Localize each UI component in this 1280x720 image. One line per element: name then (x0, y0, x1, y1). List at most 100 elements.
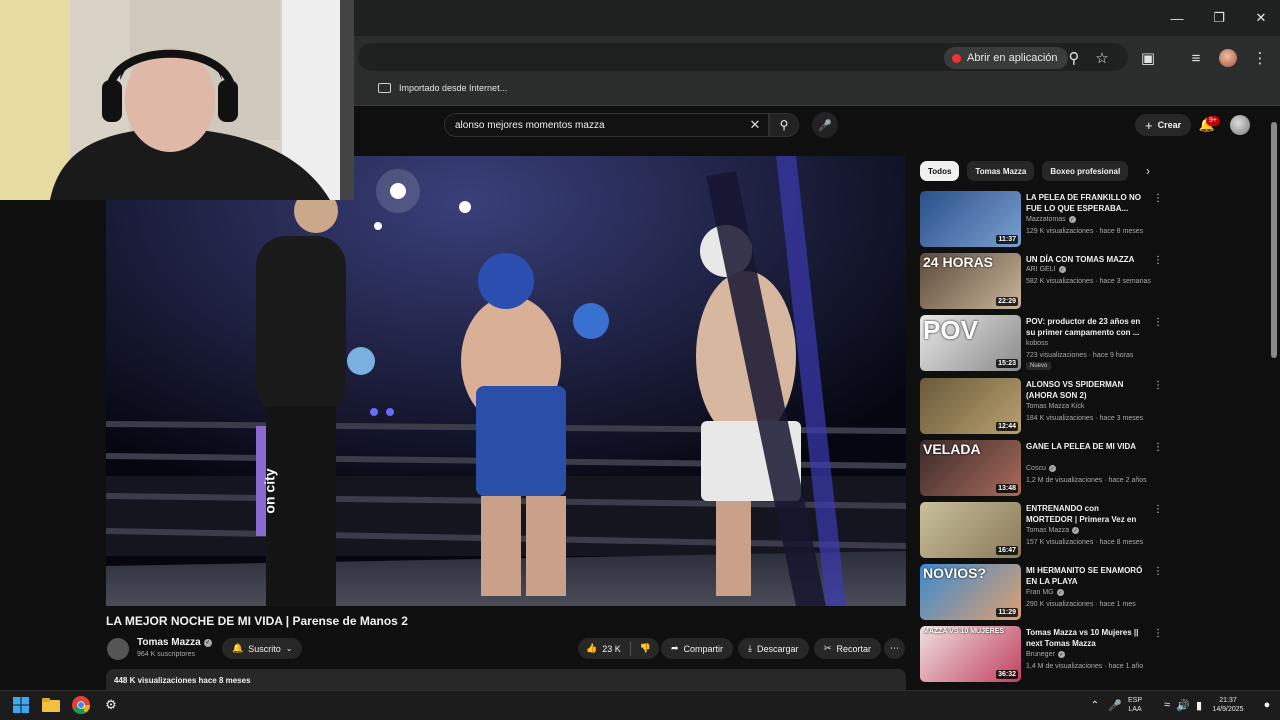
browser-menu-icon[interactable]: ⋮ (1248, 46, 1272, 70)
microphone-icon[interactable]: 🎤 (812, 112, 838, 138)
filter-chips: Todos Tomas Mazza Boxeo profesional (920, 161, 1129, 181)
recommendation-item[interactable]: POV 15:23 POV: productor de 23 años en su … (920, 315, 1170, 371)
subscribed-label: Suscrito (248, 643, 281, 654)
recommendation-thumbnail[interactable]: 24 HORAS 22:29 (920, 253, 1021, 309)
chip-all[interactable]: Todos (920, 161, 960, 181)
more-options-icon[interactable]: ⋮ (1153, 442, 1163, 453)
recommendation-thumbnail[interactable]: 12:44 (920, 378, 1021, 434)
download-button[interactable]: ⤓ Descargar (738, 638, 809, 659)
recommendation-thumbnail[interactable]: 11:37 (920, 191, 1021, 247)
recommendation-channel-name: Tomas Mazza (1026, 527, 1070, 534)
clear-search-icon[interactable]: ✕ (746, 116, 764, 134)
microphone-tray-icon[interactable]: 🎤 (1104, 694, 1126, 716)
open-in-app-button[interactable]: Abrir en aplicación (944, 47, 1068, 69)
recommendation-item[interactable]: VELADA 13:48 GANE LA PELEA DE MI VIDA Coscu… (920, 440, 1170, 496)
create-button[interactable]: + Crear (1135, 114, 1192, 136)
language-indicator[interactable]: ESP LAA (1128, 696, 1142, 714)
youtube-app-icon (952, 53, 961, 63)
recommendation-title[interactable]: GANE LA PELEA DE MI VIDA (1026, 441, 1144, 452)
recommendation-title[interactable]: POV: productor de 23 años en su primer c… (1026, 316, 1144, 338)
recommendation-item[interactable]: NOVIOS? 11:29 MI HERMANITO SE ENAMORÓ EN L… (920, 564, 1170, 620)
recommendation-thumbnail[interactable]: POV 15:23 (920, 315, 1021, 371)
clock[interactable]: 21:37 14/9/2025 (1208, 696, 1248, 714)
channel-name-link[interactable]: Tomas Mazza ✓ (137, 637, 212, 648)
like-button[interactable]: 👍 23 K 👎 (578, 638, 659, 659)
description-box[interactable]: 448 K visualizaciones hace 8 meses (106, 669, 906, 691)
minimize-icon[interactable]: — (1156, 0, 1198, 36)
chip-boxeo-profesional[interactable]: Boxeo profesional (1042, 161, 1129, 181)
recommendation-channel[interactable]: Tomas Mazza ✓ (1026, 527, 1080, 534)
recommendation-item[interactable]: 11:37 LA PELEA DE FRANKILLO NO FUE LO QUE… (920, 191, 1170, 247)
search-input[interactable]: alonso mejores momentos mazza (444, 113, 769, 137)
recommendation-channel[interactable]: Coscu ✓ (1026, 465, 1056, 472)
recommendation-item[interactable]: 24 HORAS 22:29 UN DÍA CON TOMAS MAZZA ARI G… (920, 253, 1170, 309)
zoom-search-icon[interactable]: ⚲ (1062, 46, 1086, 70)
recommendation-channel[interactable]: Tomas Mazza Kick (1026, 403, 1084, 410)
more-options-icon[interactable]: ⋮ (1153, 193, 1163, 204)
share-button[interactable]: ➦ Compartir (661, 638, 734, 659)
verified-check-icon: ✓ (1048, 465, 1056, 472)
new-badge: Nuevo (1026, 362, 1052, 370)
chip-tomas-mazza[interactable]: Tomas Mazza (967, 161, 1035, 181)
notification-center-icon[interactable]: ● (1256, 694, 1278, 716)
recommendation-channel[interactable]: Mazzatomas ✓ (1026, 216, 1076, 223)
recommendation-title[interactable]: Tomas Mazza vs 10 Mujeres || next Tomas … (1026, 627, 1144, 649)
recommendation-meta: 129 K visualizaciones · hace 8 meses (1026, 228, 1144, 235)
recommendation-channel[interactable]: Bruneger ✓ (1026, 651, 1065, 658)
recommendation-item[interactable]: 12:44 ALONSO VS SPIDERMAN (AHORA SON 2) To… (920, 378, 1170, 434)
channel-avatar[interactable] (107, 638, 129, 660)
scrollbar-thumb[interactable] (1271, 122, 1277, 358)
chrome-icon[interactable] (70, 694, 92, 716)
bookmark-folder-label: Importado desde Internet... (399, 83, 508, 93)
clip-button[interactable]: ✂ Recortar (814, 638, 882, 659)
video-title: LA MEJOR NOCHE DE MI VIDA | Parense de M… (106, 614, 408, 628)
thumbs-down-icon[interactable]: 👎 (640, 643, 651, 654)
tray-chevron-up-icon[interactable]: ⌃ (1084, 694, 1106, 716)
duration-badge: 22:29 (996, 297, 1018, 306)
more-options-icon[interactable]: ⋮ (1153, 628, 1163, 639)
recommendation-channel[interactable]: Fran MG ✓ (1026, 589, 1064, 596)
more-options-icon[interactable]: ⋮ (1153, 504, 1163, 515)
recommendation-thumbnail[interactable]: VELADA 13:48 (920, 440, 1021, 496)
recommendation-item[interactable]: 16:47 ENTRENANDO con MORTEDOR | Primera V… (920, 502, 1170, 558)
recommendation-channel[interactable]: ARI GELI ✓ (1026, 266, 1066, 273)
more-options-icon[interactable]: ⋮ (1153, 317, 1163, 328)
windows-start-icon[interactable] (10, 694, 32, 716)
recommendation-item[interactable]: MAZZA VS 10 MUJERES 36:32 Tomas Mazza vs 1… (920, 626, 1170, 682)
chevron-down-icon: ⌄ (285, 644, 293, 653)
app-icon[interactable]: ⚙ (100, 694, 122, 716)
extensions-icon[interactable]: ▣ (1136, 46, 1160, 70)
duration-badge: 11:29 (996, 608, 1018, 617)
video-player[interactable]: on city (106, 156, 906, 606)
download-icon: ⤓ (748, 643, 752, 653)
close-window-icon[interactable]: ✕ (1240, 0, 1280, 36)
more-options-icon[interactable]: ⋮ (1153, 380, 1163, 391)
recommendation-thumbnail[interactable]: 16:47 (920, 502, 1021, 558)
chevron-right-icon[interactable]: › (1140, 163, 1156, 179)
bookmark-star-icon[interactable]: ☆ (1090, 46, 1114, 70)
more-options-icon[interactable]: ⋮ (1153, 566, 1163, 577)
recommendation-thumbnail[interactable]: NOVIOS? 11:29 (920, 564, 1021, 620)
video-frame (106, 156, 906, 606)
battery-icon[interactable]: ▮ (1188, 694, 1210, 716)
subscribed-button[interactable]: 🔔 Suscrito ⌄ (222, 638, 303, 659)
recommendation-title[interactable]: UN DÍA CON TOMAS MAZZA (1026, 254, 1144, 265)
recommendation-title[interactable]: LA PELEA DE FRANKILLO NO FUE LO QUE ESPE… (1026, 192, 1144, 214)
profile-avatar[interactable] (1216, 46, 1240, 70)
recommendation-title[interactable]: ENTRENANDO con MORTEDOR | Primera Vez en… (1026, 503, 1144, 526)
recommendation-title[interactable]: MI HERMANITO SE ENAMORÓ EN LA PLAYA (1026, 565, 1144, 587)
recommendation-channel[interactable]: koboss (1026, 340, 1048, 347)
account-avatar[interactable] (1230, 115, 1250, 135)
recommendation-title[interactable]: ALONSO VS SPIDERMAN (AHORA SON 2) (1026, 379, 1144, 401)
bookmark-folder[interactable]: Importado desde Internet... (378, 83, 507, 93)
search-icon[interactable]: ⚲ (769, 113, 799, 137)
restore-icon[interactable]: ❐ (1198, 0, 1240, 36)
more-actions-icon[interactable]: ⋯ (884, 638, 905, 659)
file-explorer-icon[interactable] (40, 694, 62, 716)
recommendation-thumbnail[interactable]: MAZZA VS 10 MUJERES 36:32 (920, 626, 1021, 682)
open-in-app-label: Abrir en aplicación (967, 52, 1058, 64)
media-control-icon[interactable]: ≡ (1184, 46, 1208, 70)
more-options-icon[interactable]: ⋮ (1153, 255, 1163, 266)
recommendation-meta: 1,2 M de visualizaciones · hace 2 años (1026, 477, 1147, 484)
recommendation-meta: 184 K visualizaciones · hace 3 meses (1026, 415, 1144, 422)
